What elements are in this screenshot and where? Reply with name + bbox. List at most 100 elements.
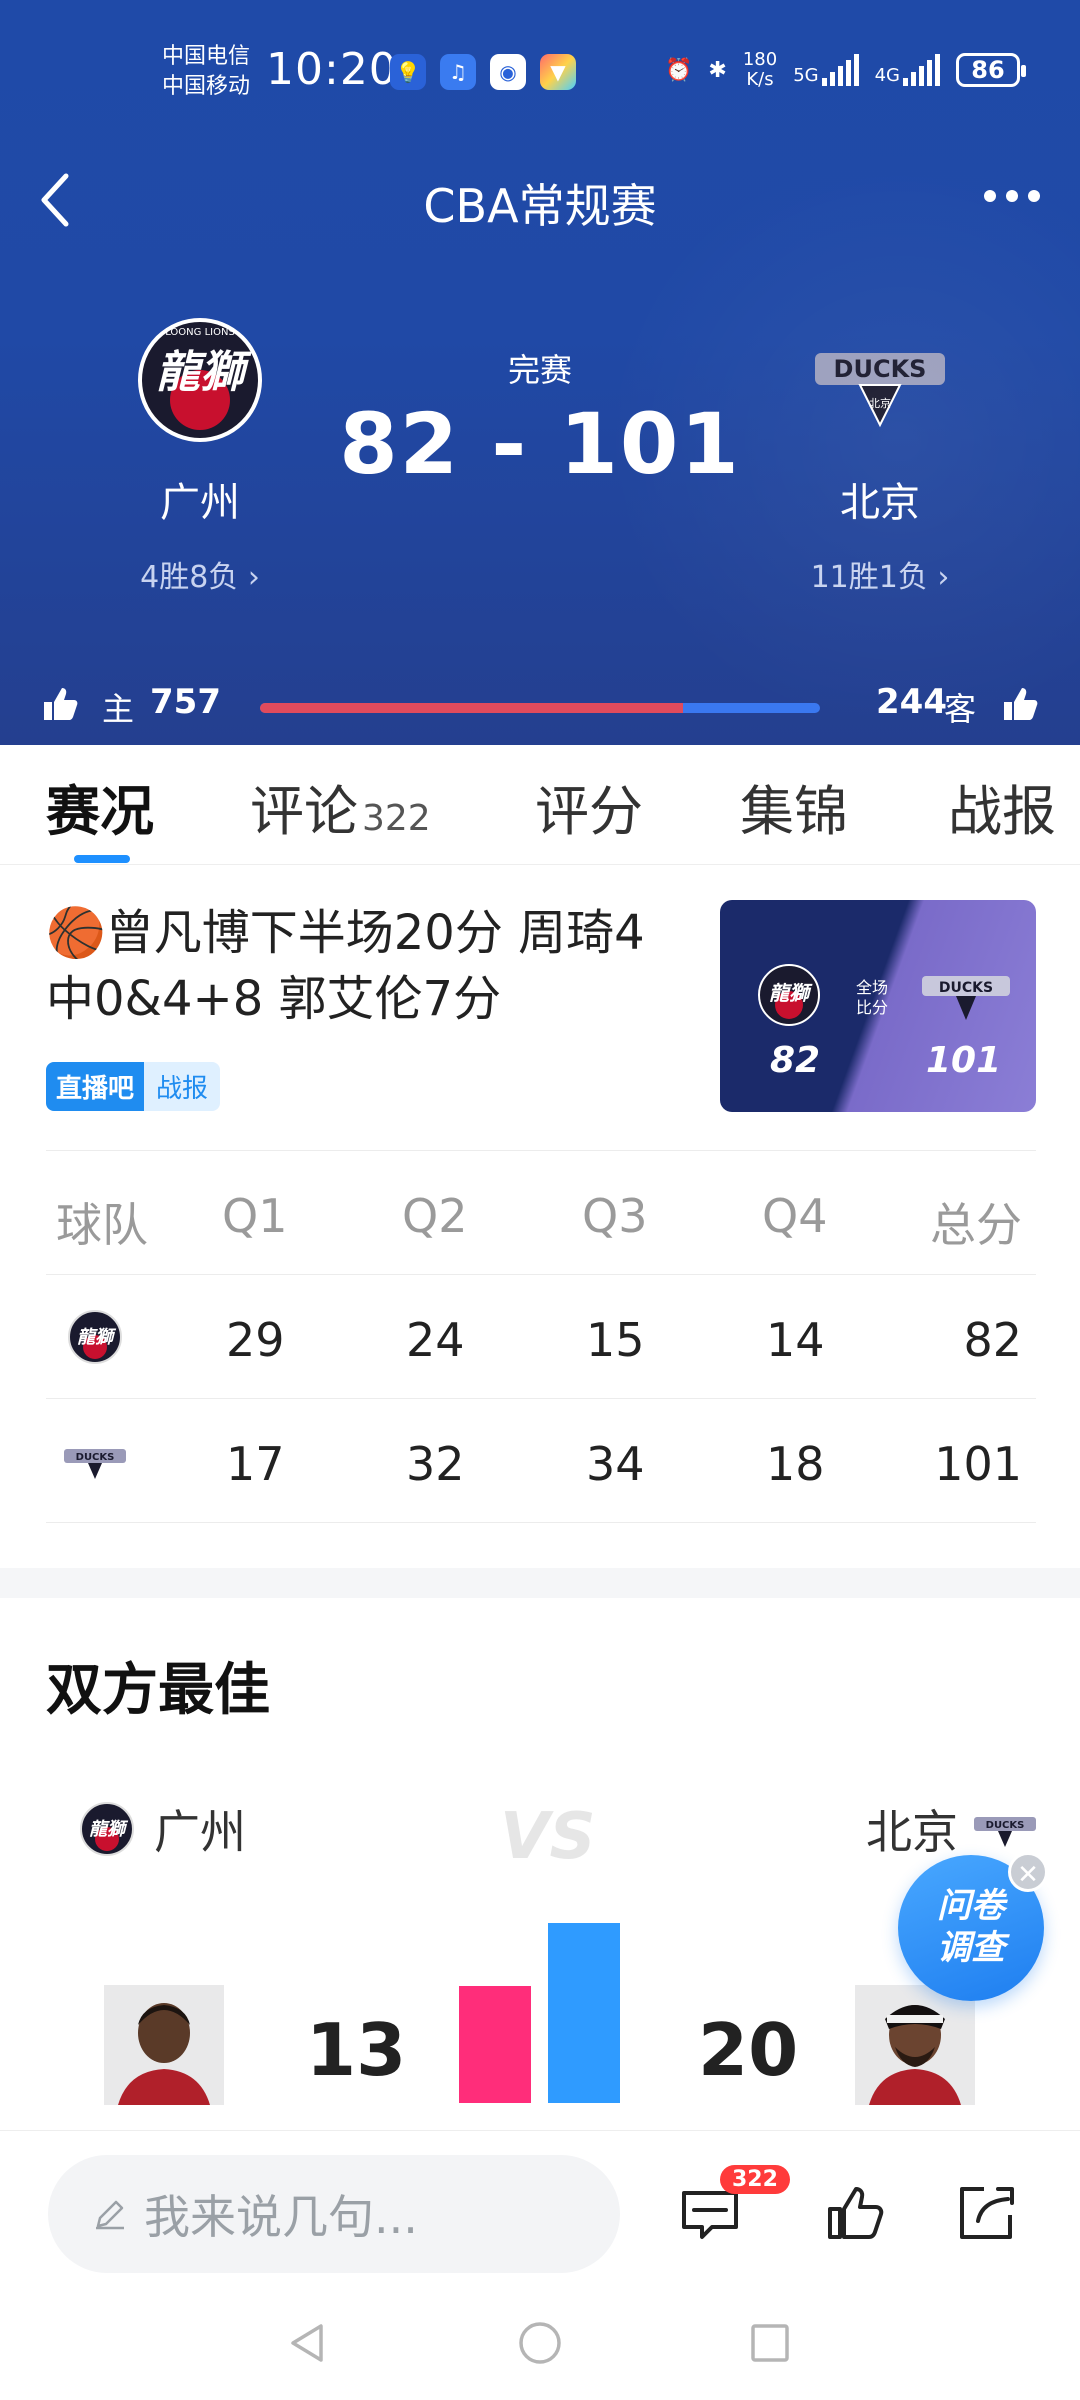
thumb-home-score: 82 [770, 1040, 821, 1081]
home-support-count: 757 [150, 682, 221, 722]
survey-close-icon[interactable]: ✕ [1008, 1852, 1048, 1892]
away-team[interactable]: DUCKS 北京 北京 11胜1负 › [760, 300, 1000, 596]
app-store-icon: ▼ [540, 54, 576, 90]
carrier-info: 中国电信 中国移动 [162, 42, 250, 102]
table-row: DUCKS 17 32 34 18 101 [46, 1399, 1036, 1523]
header-q2: Q2 [402, 1189, 468, 1243]
battery-icon: 86 [956, 53, 1026, 87]
home-best-points: 13 [306, 2008, 407, 2092]
away-support-label: 客 [944, 690, 977, 728]
header-q4: Q4 [762, 1189, 828, 1243]
quarter-score-table: 球队 Q1 Q2 Q3 Q4 总分 龍獅 29 24 15 14 82 DUCK… [46, 1155, 1036, 1523]
signal-5g-icon: 5G [793, 54, 859, 86]
vs-label: VS [500, 1800, 596, 1874]
best-away-team: 北京 DUCKS [866, 1796, 1040, 1862]
match-score: 82 - 101 [339, 395, 741, 493]
home-like-icon[interactable] [40, 684, 80, 724]
comment-placeholder: 我来说几句... [144, 2190, 418, 2244]
away-best-points: 20 [698, 2008, 799, 2092]
support-meter: 主 757 244 客 [0, 680, 1080, 730]
share-icon[interactable] [954, 2181, 1018, 2245]
browser-app-icon: ◉ [490, 54, 526, 90]
away-team-record[interactable]: 11胜1负 › [760, 552, 1000, 596]
best-home-team: 龍獅 广州 [72, 1796, 246, 1862]
svg-text:龍獅: 龍獅 [89, 1819, 129, 1840]
table-top-divider [46, 1150, 1036, 1151]
match-status: 完赛 [507, 351, 572, 389]
away-team-logo: DUCKS 北京 [800, 300, 960, 460]
away-support-count: 244 [876, 682, 947, 722]
svg-text:北京: 北京 [869, 396, 891, 410]
home-best-player-avatar[interactable] [104, 1985, 224, 2105]
system-status: ⏰ ✱ 180 K/s 5G 4G 86 [664, 49, 1026, 90]
comment-input[interactable]: 我来说几句... [48, 2155, 620, 2273]
tab-highlights[interactable]: 集锦 [740, 767, 848, 846]
tab-bar: 赛况 评论 322 评分 集锦 战报 [0, 745, 1080, 865]
tab-active-indicator [74, 855, 130, 863]
system-navigation-bar [0, 2280, 1080, 2400]
notification-icons: 💡 ♫ ◉ ▼ [390, 54, 576, 90]
network-speed: 180 K/s [742, 49, 778, 90]
bluetooth-icon: ✱ [708, 57, 727, 83]
row-home-logo: 龍獅 [68, 1310, 122, 1364]
music-app-icon: ♫ [440, 54, 476, 90]
svg-text:DUCKS: DUCKS [939, 980, 993, 996]
table-header-row: 球队 Q1 Q2 Q3 Q4 总分 [46, 1155, 1036, 1275]
best-home-logo: 龍獅 [80, 1802, 134, 1856]
system-back-icon[interactable] [283, 2318, 333, 2368]
best-home-name: 广州 [154, 1805, 246, 1859]
svg-text:DUCKS: DUCKS [76, 1452, 115, 1463]
like-icon[interactable] [824, 2181, 888, 2245]
source-tag: 直播吧 [46, 1062, 145, 1111]
header-q1: Q1 [222, 1189, 288, 1243]
news-thumbnail[interactable]: 龍獅 全场 比分 DUCKS 82 101 [720, 900, 1036, 1112]
status-bar: 中国电信 中国移动 10:20 💡 ♫ ◉ ▼ ⏰ ✱ 180 K/s 5G 4… [0, 30, 1080, 120]
away-best-player-avatar[interactable] [855, 1985, 975, 2105]
header-team: 球队 [56, 1198, 148, 1252]
thumb-home-logo: 龍獅 [758, 964, 820, 1026]
away-like-icon[interactable] [1000, 684, 1040, 724]
carrier-1: 中国电信 [162, 44, 251, 69]
support-ratio-bar [260, 703, 820, 713]
svg-text:LOONG LIONS: LOONG LIONS [165, 327, 235, 338]
match-header: 中国电信 中国移动 10:20 💡 ♫ ◉ ▼ ⏰ ✱ 180 K/s 5G 4… [0, 0, 1080, 745]
header-total: 总分 [930, 1198, 1022, 1252]
tab-comments[interactable]: 评论 322 [250, 767, 431, 846]
alarm-icon: ⏰ [664, 57, 693, 83]
pencil-icon [96, 2200, 124, 2230]
home-points-bar [459, 1986, 531, 2103]
tab-live[interactable]: 赛况 [46, 767, 154, 846]
bottom-action-bar: 我来说几句... 322 [0, 2130, 1080, 2280]
more-options-icon[interactable] [984, 190, 1040, 202]
news-card[interactable]: 🏀曾凡博下半场20分 周琦4中0&4+8 郭艾伦7分 直播吧 战报 龍獅 全场 … [46, 900, 1046, 1120]
bulb-app-icon: 💡 [390, 54, 426, 90]
svg-text:DUCKS: DUCKS [834, 355, 927, 383]
thumb-away-score: 101 [926, 1040, 1002, 1081]
tab-ratings[interactable]: 评分 [535, 767, 643, 846]
tab-report[interactable]: 战报 [948, 767, 1056, 846]
clock: 10:20 [266, 44, 398, 95]
thumb-away-logo: DUCKS [922, 976, 1010, 1020]
svg-text:龍獅: 龍獅 [77, 1327, 117, 1348]
header-q3: Q3 [582, 1189, 648, 1243]
signal-4g-icon: 4G [875, 54, 940, 86]
best-players-title: 双方最佳 [46, 1658, 270, 1723]
page-title: CBA常规赛 [423, 179, 657, 233]
table-row: 龍獅 29 24 15 14 82 [46, 1275, 1036, 1399]
away-team-name: 北京 [840, 480, 920, 526]
home-support-fill [260, 703, 684, 713]
news-headline[interactable]: 🏀曾凡博下半场20分 周琦4中0&4+8 郭艾伦7分 [46, 900, 666, 1032]
home-support-label: 主 [102, 690, 135, 728]
home-team-record[interactable]: 4胜8负 › [80, 552, 320, 596]
best-away-name: 北京 [866, 1805, 958, 1859]
svg-text:龍獅: 龍獅 [769, 981, 813, 1005]
section-separator [0, 1568, 1080, 1598]
row-away-logo: DUCKS [64, 1449, 126, 1479]
svg-text:DUCKS: DUCKS [986, 1820, 1025, 1831]
news-tags: 直播吧 战报 [46, 1062, 221, 1111]
category-tag: 战报 [144, 1062, 221, 1111]
comment-count-badge: 322 [720, 2165, 790, 2194]
system-home-icon[interactable] [515, 2318, 565, 2368]
system-recents-icon[interactable] [745, 2318, 795, 2368]
away-points-bar [548, 1923, 620, 2103]
